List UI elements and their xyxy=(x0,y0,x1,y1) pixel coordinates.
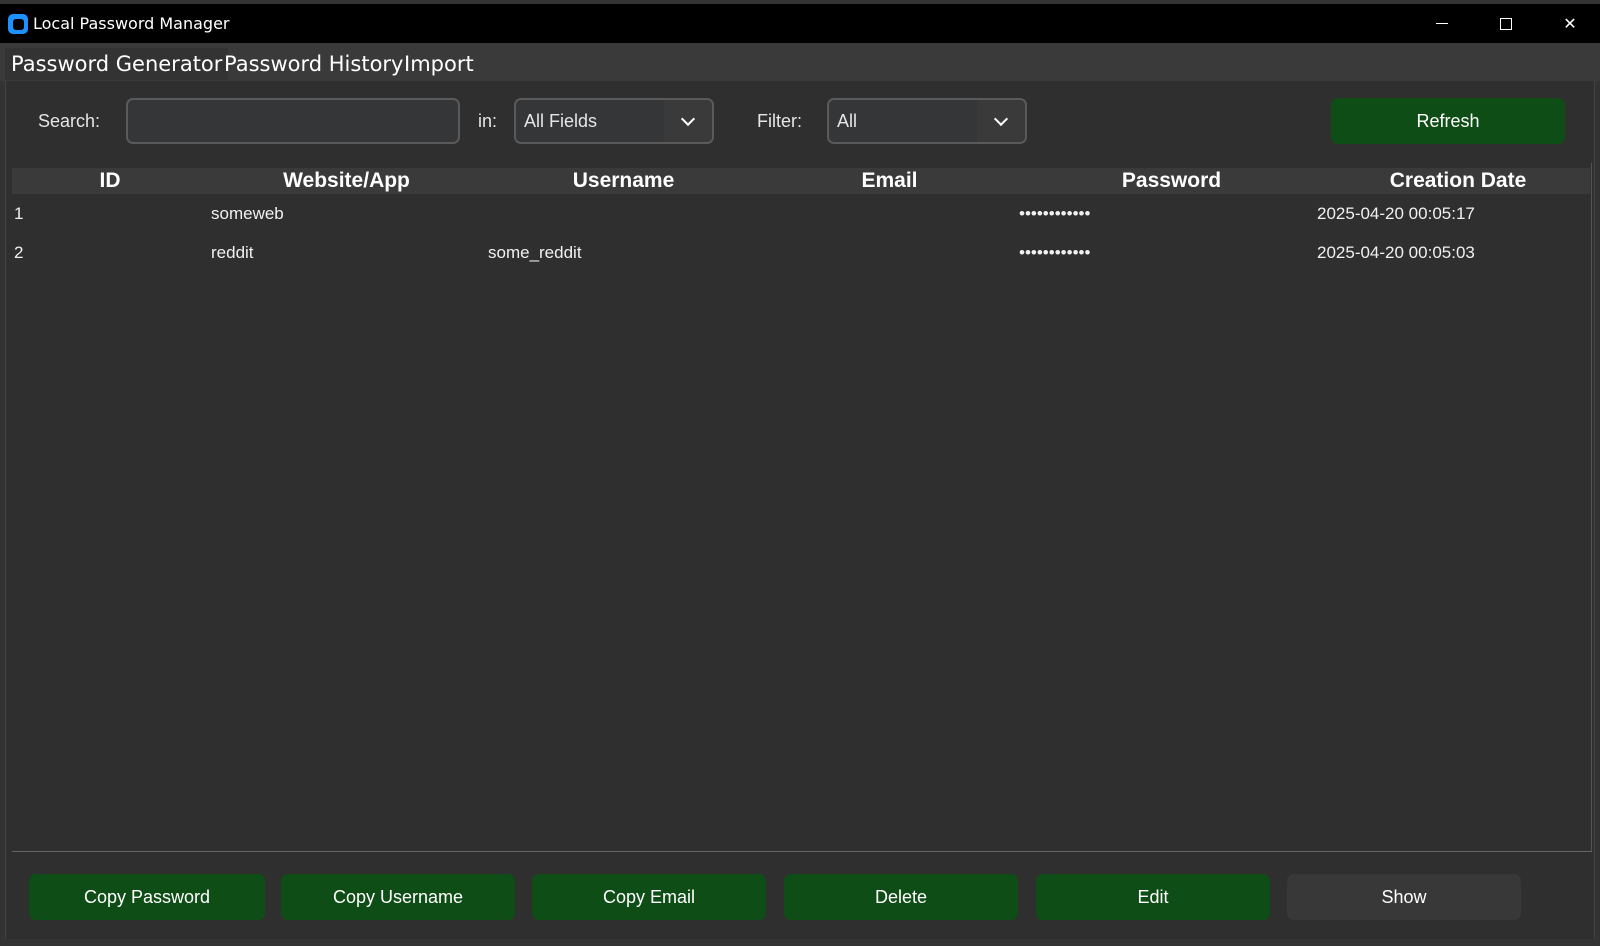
minimize-button[interactable] xyxy=(1410,4,1474,43)
title-bar: Local Password Manager ✕ xyxy=(0,4,1600,43)
cell-creation-date: 2025-04-20 00:05:03 xyxy=(1317,243,1475,262)
search-label: Search: xyxy=(38,111,101,131)
tab-password-generator[interactable]: Password Generator xyxy=(5,48,229,80)
close-icon: ✕ xyxy=(1563,15,1577,33)
search-field-select[interactable]: All Fields xyxy=(514,98,714,144)
column-header-email[interactable]: Email xyxy=(762,168,1017,194)
copy-username-button[interactable]: Copy Username xyxy=(281,874,515,920)
column-header-id[interactable]: ID xyxy=(12,168,208,194)
search-field-dropdown-button[interactable] xyxy=(664,100,712,142)
table-header: ID Website/App Username Email Password C… xyxy=(12,168,1590,194)
app-window: Local Password Manager ✕ Password Genera… xyxy=(0,0,1600,946)
maximize-icon xyxy=(1500,17,1512,30)
window-title: Local Password Manager xyxy=(33,14,230,33)
cell-website: reddit xyxy=(211,243,254,262)
filter-label: Filter: xyxy=(757,111,802,131)
search-input[interactable] xyxy=(126,98,460,144)
column-header-password[interactable]: Password xyxy=(1017,168,1326,194)
cell-username: some_reddit xyxy=(488,243,582,262)
filter-value: All xyxy=(837,111,858,131)
cell-creation-date: 2025-04-20 00:05:17 xyxy=(1317,204,1475,223)
copy-password-button[interactable]: Copy Password xyxy=(29,874,265,920)
search-in-label: in: xyxy=(478,111,498,131)
table-vertical-scrollbar[interactable] xyxy=(1591,163,1592,852)
refresh-button[interactable]: Refresh xyxy=(1331,98,1565,144)
column-header-username[interactable]: Username xyxy=(485,168,762,194)
tab-bar: Password Generator Password History Impo… xyxy=(0,43,1600,81)
tab-password-history[interactable]: Password History xyxy=(218,48,409,80)
column-header-website[interactable]: Website/App xyxy=(208,168,485,194)
filter-dropdown-button[interactable] xyxy=(977,100,1025,142)
app-logo-icon xyxy=(8,14,28,34)
table-divider xyxy=(12,851,1592,852)
chevron-down-icon xyxy=(993,111,1009,126)
show-button[interactable]: Show xyxy=(1287,874,1521,920)
search-field-value: All Fields xyxy=(524,111,598,131)
filter-select[interactable]: All xyxy=(827,98,1027,144)
cell-id: 2 xyxy=(14,243,24,262)
edit-button[interactable]: Edit xyxy=(1036,874,1270,920)
delete-button[interactable]: Delete xyxy=(784,874,1018,920)
table-row[interactable]: 1 someweb •••••••••••• 2025-04-20 00:05:… xyxy=(12,195,1590,233)
minimize-icon xyxy=(1436,23,1448,24)
table-row[interactable]: 2 reddit some_reddit •••••••••••• 2025-0… xyxy=(12,234,1590,272)
chevron-down-icon xyxy=(680,111,696,126)
cell-website: someweb xyxy=(211,204,284,223)
maximize-button[interactable] xyxy=(1474,4,1538,43)
cell-id: 1 xyxy=(14,204,24,223)
cell-password: •••••••••••• xyxy=(1019,204,1091,223)
copy-email-button[interactable]: Copy Email xyxy=(532,874,766,920)
tab-import[interactable]: Import xyxy=(398,48,480,80)
close-button[interactable]: ✕ xyxy=(1538,4,1600,43)
cell-password: •••••••••••• xyxy=(1019,243,1091,262)
column-header-creation-date[interactable]: Creation Date xyxy=(1326,168,1590,194)
